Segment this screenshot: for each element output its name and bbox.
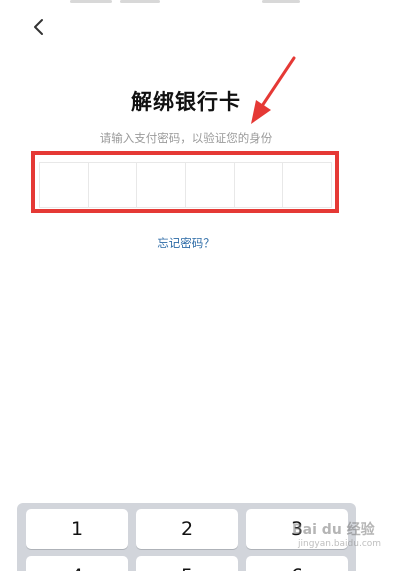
keypad-key-5[interactable]: 5 [136, 556, 238, 571]
status-bar-fragment [262, 0, 300, 3]
numeric-keypad: 1 2 3 4 5 6 [17, 503, 356, 571]
status-bar-fragments [0, 0, 407, 6]
status-bar-fragment [120, 0, 160, 3]
back-button[interactable] [22, 10, 56, 44]
keypad-key-2[interactable]: 2 [136, 509, 238, 549]
password-prompt: 请输入支付密码，以验证您的身份 [99, 131, 273, 145]
chevron-left-icon [34, 19, 43, 35]
keypad-key-4[interactable]: 4 [26, 556, 128, 571]
forgot-password-link[interactable]: 忘记密码？ [0, 235, 372, 251]
red-highlight-box [31, 151, 339, 213]
keypad-key-3[interactable]: 3 [246, 509, 348, 549]
page-title: 解绑银行卡 [131, 90, 241, 114]
keypad-key-1[interactable]: 1 [26, 509, 128, 549]
keypad-key-6[interactable]: 6 [246, 556, 348, 571]
status-bar-fragment [70, 0, 112, 3]
